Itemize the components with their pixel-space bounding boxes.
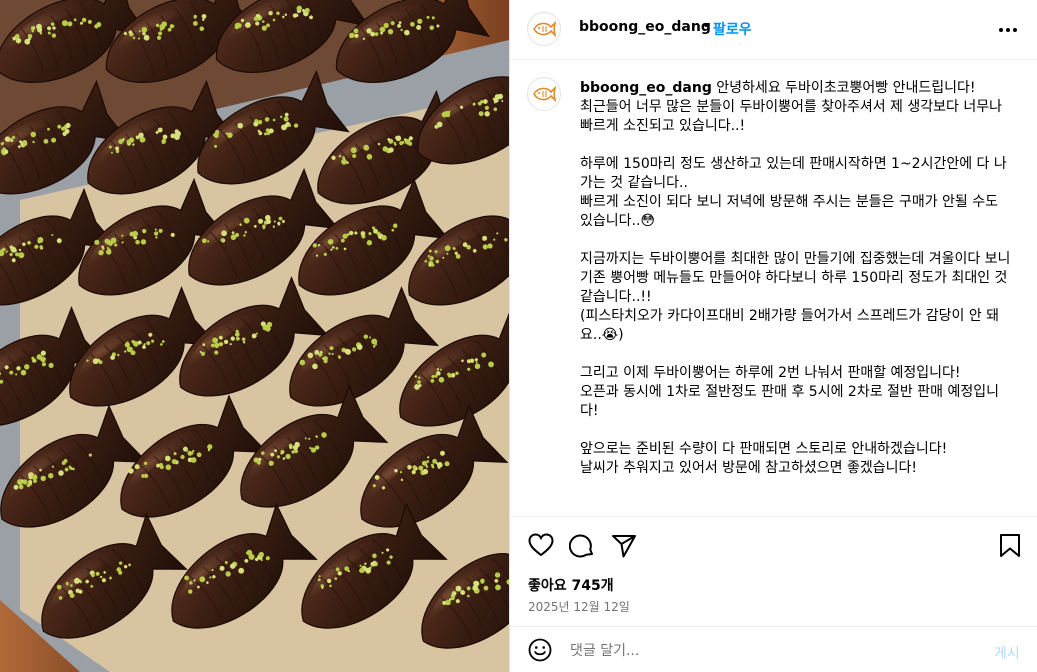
separator-dot: • [702,18,711,34]
profile-avatar[interactable] [527,12,561,46]
taiyaki-logo-icon [533,20,556,38]
caption-text: 안녕하세요 두바이초코뿡어빵 안내드립니다! 최근들어 너무 많은 분들이 두바… [580,80,1011,476]
post-detail-panel: bboong_eo_dang • 팔로우 bboong_eo_dang 안녕하세… [509,0,1037,672]
emoji-icon[interactable] [528,638,552,666]
action-bar: 좋아요 745개 2025년 12월 12일 [510,516,1037,626]
taiyaki-logo-icon [533,85,556,103]
follow-button[interactable]: 팔로우 [713,19,752,39]
post-date[interactable]: 2025년 12월 12일 [528,598,630,615]
post-image[interactable] [0,0,509,672]
comment-bar: 게시 [510,626,1037,672]
caption-username[interactable]: bboong_eo_dang [580,80,712,96]
bookmark-icon[interactable] [999,533,1021,563]
pastry-photo [0,0,509,672]
heart-icon[interactable] [528,533,554,561]
caption-avatar[interactable] [527,77,561,111]
header-username[interactable]: bboong_eo_dang [579,19,711,35]
post-comment-button[interactable]: 게시 [994,643,1020,663]
send-icon[interactable] [611,533,637,563]
more-options-icon[interactable] [996,22,1020,38]
post-header: bboong_eo_dang • 팔로우 [510,0,1037,60]
post-caption: bboong_eo_dang 안녕하세요 두바이초코뿡어빵 안내드립니다! 최근… [580,79,1012,516]
comment-input[interactable] [570,641,970,661]
caption-area: bboong_eo_dang 안녕하세요 두바이초코뿡어빵 안내드립니다! 최근… [510,61,1037,516]
likes-count[interactable]: 좋아요 745개 [528,575,614,595]
comment-icon[interactable] [568,533,595,563]
